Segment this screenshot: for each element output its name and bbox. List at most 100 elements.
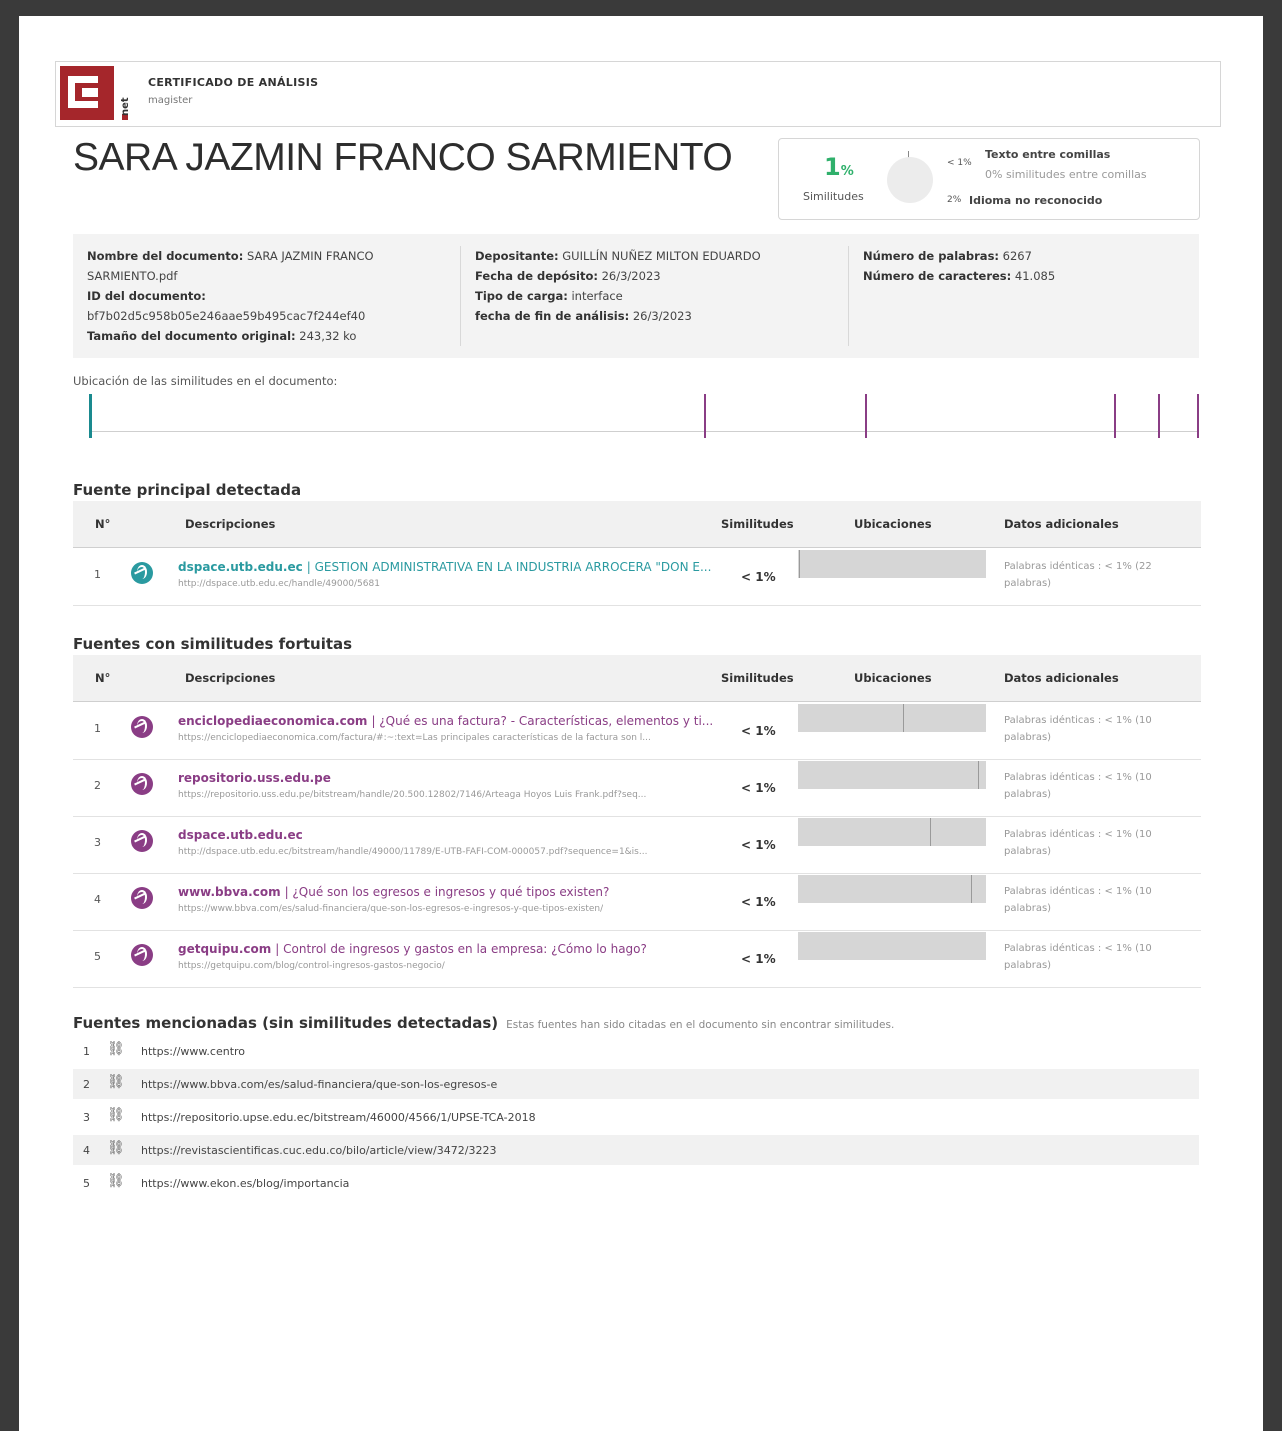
source-location-mark <box>798 550 800 578</box>
metadata-deposit: Depositante: GUILLÍN NUÑEZ MILTON EDUARD… <box>475 249 761 323</box>
main-source-title: Fuente principal detectada <box>73 481 302 499</box>
source-location-bar <box>798 550 986 578</box>
report-page: net CERTIFICADO DE ANÁLISIS magister SAR… <box>19 16 1263 1431</box>
source-similarity: < 1% <box>741 724 776 738</box>
source-domain-text[interactable]: repositorio.uss.edu.pe <box>178 771 331 785</box>
source-domain-text[interactable]: dspace.utb.edu.ec <box>178 828 303 842</box>
mentioned-number: 4 <box>83 1144 90 1157</box>
source-domain-text[interactable]: dspace.utb.edu.ec <box>178 560 303 574</box>
mentioned-url[interactable]: https://www.centro <box>141 1045 245 1058</box>
mentioned-url[interactable]: https://www.bbva.com/es/salud-financiera… <box>141 1078 497 1091</box>
source-domain-text[interactable]: www.bbva.com <box>178 885 281 899</box>
mentioned-number: 3 <box>83 1111 90 1124</box>
identical-words: Palabras idénticas : < 1% (10 <box>1004 943 1152 954</box>
source-row[interactable]: 1 enciclopediaeconomica.com | ¿Qué es una … <box>73 702 1201 760</box>
source-domain-text[interactable]: enciclopediaeconomica.com <box>178 714 367 728</box>
document-size: 243,32 ko <box>299 329 357 343</box>
similarity-percent: 1% <box>824 153 854 181</box>
source-number: 3 <box>94 836 101 849</box>
source-row[interactable]: 3 dspace.utb.edu.ec http://dspace.utb.edu.… <box>73 816 1201 874</box>
source-additional-data: Palabras idénticas : < 1% (10 palabras) <box>1004 712 1152 746</box>
identical-words: Palabras idénticas : < 1% (10 <box>1004 715 1152 726</box>
legend-value-quotes: < 1% <box>947 158 972 168</box>
source-description[interactable]: | GESTION ADMINISTRATIVA EN LA INDUSTRIA… <box>307 560 712 574</box>
mentioned-number: 1 <box>83 1045 90 1058</box>
source-similarity: < 1% <box>741 781 776 795</box>
mentioned-source-row[interactable]: 4 ⛓ https://revistascientificas.cuc.edu.co… <box>73 1135 1199 1165</box>
location-tick <box>1113 394 1116 438</box>
location-tick <box>1197 394 1199 438</box>
source-additional-data: Palabras idénticas : < 1% (10 palabras) <box>1004 883 1152 917</box>
source-number: 1 <box>94 722 101 735</box>
document-metadata: Nombre del documento: SARA JAZMIN FRANCO… <box>73 234 1199 358</box>
source-domain-text[interactable]: getquipu.com <box>178 942 271 956</box>
legend-language: Idioma no reconocido <box>969 194 1103 207</box>
fortuitous-title: Fuentes con similitudes fortuitas <box>73 635 353 653</box>
source-url[interactable]: https://www.bbva.com/es/salud-financiera… <box>178 904 603 914</box>
identical-words: Palabras idénticas : < 1% (10 <box>1004 772 1152 783</box>
document-id: bf7b02d5c958b05e246aae59b495cac7f244ef40 <box>87 309 366 323</box>
source-description[interactable]: | ¿Qué son los egresos e ingresos y qué … <box>285 885 610 899</box>
source-similarity: < 1% <box>741 838 776 852</box>
mentioned-url[interactable]: https://www.ekon.es/blog/importancia <box>141 1177 349 1190</box>
certificate-header: net CERTIFICADO DE ANÁLISIS magister <box>55 61 1221 127</box>
metadata-counts: Número de palabras: 6267 Número de carac… <box>863 249 1056 283</box>
location-tick <box>1158 394 1161 438</box>
similarity-label: Similitudes <box>803 190 864 203</box>
source-domain[interactable]: dspace.utb.edu.ec | GESTION ADMINISTRATIV… <box>178 560 711 574</box>
source-domain[interactable]: dspace.utb.edu.ec <box>178 828 307 842</box>
metadata-document: Nombre del documento: SARA JAZMIN FRANCO… <box>87 249 374 343</box>
source-domain[interactable]: www.bbva.com | ¿Qué son los egresos e ing… <box>178 885 609 899</box>
source-row[interactable]: 4 www.bbva.com | ¿Qué son los egresos e in… <box>73 873 1201 931</box>
mentioned-source-row[interactable]: 2 ⛓ https://www.bbva.com/es/salud-financie… <box>73 1069 1199 1099</box>
broken-link-icon: ⛓ <box>107 1074 125 1090</box>
source-similarity: < 1% <box>741 895 776 909</box>
logo-net-text: net <box>120 66 132 120</box>
identical-words-unit: palabras) <box>1004 903 1052 914</box>
mentioned-url[interactable]: https://repositorio.upse.edu.ec/bitstrea… <box>141 1111 536 1124</box>
mentioned-note: Estas fuentes han sido citadas en el doc… <box>506 1019 895 1031</box>
source-url[interactable]: https://repositorio.uss.edu.pe/bitstream… <box>178 790 646 800</box>
source-similarity: < 1% <box>741 570 776 584</box>
source-row[interactable]: 1 dspace.utb.edu.ec | GESTION ADMINISTRATI… <box>73 548 1201 606</box>
source-additional-data: Palabras idénticas : < 1% (22 palabras) <box>1004 558 1152 592</box>
source-row[interactable]: 5 getquipu.com | Control de ingresos y gas… <box>73 930 1201 988</box>
source-domain[interactable]: getquipu.com | Control de ingresos y gast… <box>178 942 647 956</box>
source-location-bar <box>798 761 986 789</box>
source-location-mark <box>978 761 980 789</box>
mentioned-source-row[interactable]: 1 ⛓ https://www.centro <box>73 1036 1199 1066</box>
similarity-donut <box>887 157 933 203</box>
source-description[interactable]: | Control de ingresos y gastos en la emp… <box>275 942 647 956</box>
source-url[interactable]: https://getquipu.com/blog/control-ingres… <box>178 961 445 971</box>
broken-link-icon: ⛓ <box>107 1140 125 1156</box>
identical-words: Palabras idénticas : < 1% (10 <box>1004 886 1152 897</box>
mentioned-source-row[interactable]: 3 ⛓ https://repositorio.upse.edu.ec/bitstr… <box>73 1102 1199 1132</box>
legend-value-language: 2% <box>947 195 962 205</box>
source-url[interactable]: https://enciclopediaeconomica.com/factur… <box>178 733 651 743</box>
mentioned-number: 2 <box>83 1078 90 1091</box>
identical-words-unit: palabras) <box>1004 960 1052 971</box>
source-domain[interactable]: enciclopediaeconomica.com | ¿Qué es una f… <box>178 714 713 728</box>
source-description[interactable]: | ¿Qué es una factura? - Características… <box>371 714 713 728</box>
source-url[interactable]: http://dspace.utb.edu.ec/bitstream/handl… <box>178 847 647 857</box>
identical-words-unit: palabras) <box>1004 732 1052 743</box>
source-url[interactable]: http://dspace.utb.edu.ec/handle/49000/56… <box>178 579 380 589</box>
source-location-bar <box>798 704 986 732</box>
source-row[interactable]: 2 repositorio.uss.edu.pe https://repositor… <box>73 759 1201 817</box>
identical-words-unit: palabras) <box>1004 578 1052 589</box>
legend-quotes-similarity: 0% similitudes entre comillas <box>985 168 1147 181</box>
identical-words-unit: palabras) <box>1004 789 1052 800</box>
source-number: 4 <box>94 893 101 906</box>
source-similarity: < 1% <box>741 952 776 966</box>
location-tick <box>89 394 92 438</box>
analysis-end-date: 26/3/2023 <box>632 309 692 323</box>
source-additional-data: Palabras idénticas : < 1% (10 palabras) <box>1004 940 1152 974</box>
source-location-mark <box>970 875 972 903</box>
source-domain[interactable]: repositorio.uss.edu.pe <box>178 771 335 785</box>
globe-icon <box>131 716 153 738</box>
mentioned-source-row[interactable]: 5 ⛓ https://www.ekon.es/blog/importancia <box>73 1168 1199 1198</box>
source-additional-data: Palabras idénticas : < 1% (10 palabras) <box>1004 826 1152 860</box>
globe-icon <box>131 944 153 966</box>
mentioned-url[interactable]: https://revistascientificas.cuc.edu.co/b… <box>141 1144 496 1157</box>
certificate-title: CERTIFICADO DE ANÁLISIS <box>148 76 319 89</box>
